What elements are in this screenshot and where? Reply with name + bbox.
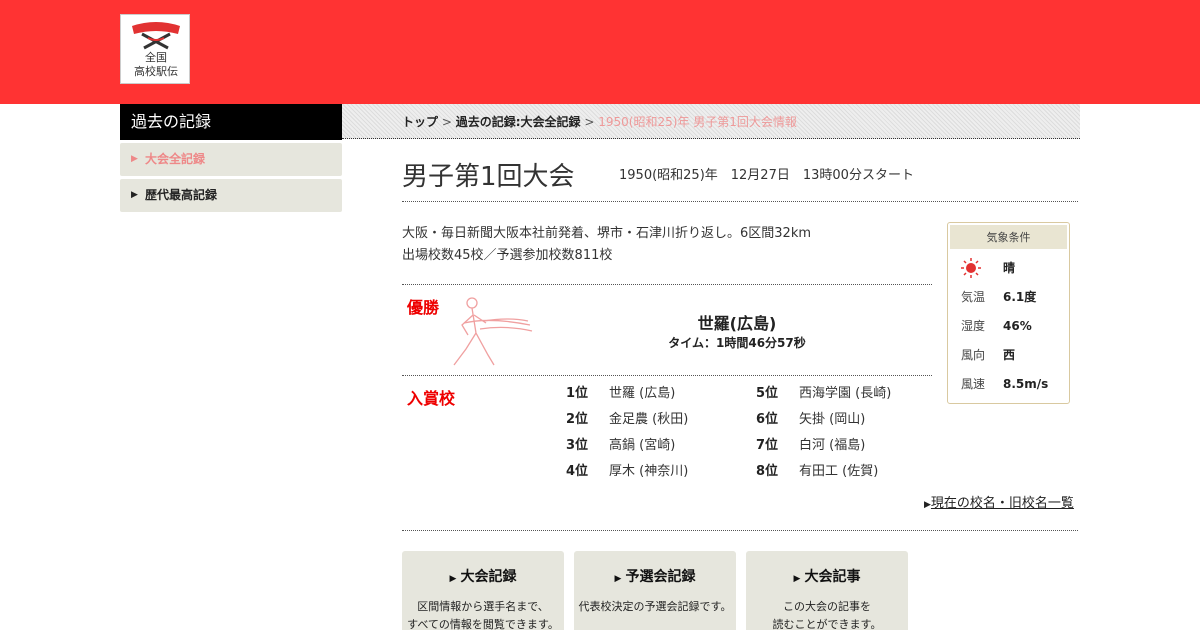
card-title-label: 予選会記録: [625, 569, 696, 585]
race-articles-card[interactable]: ▶ 大会記事 この大会の記事を 読むことができます。: [746, 551, 908, 630]
winner-label: 優勝: [407, 298, 440, 317]
description-line: 出場校数45校／予選参加校数811校: [402, 248, 613, 263]
card-description: 区間情報から選手名まで、 すべての情報を閲覧できます。: [402, 598, 564, 630]
weather-row-humidity: 湿度 46%: [961, 316, 1061, 336]
divider: [402, 201, 1078, 202]
prize-rank: 1位: [566, 386, 589, 401]
winner-time: タイム：1時間46分57秒: [668, 336, 806, 350]
prize-rank: 7位: [756, 438, 779, 453]
qualifier-record-card[interactable]: ▶ 予選会記録 代表校決定の予選会記録です。: [574, 551, 736, 630]
triangle-right-icon: ▶: [131, 190, 138, 200]
sidebar-item-label: 歴代最高記録: [145, 188, 218, 202]
prize-school: 高鍋 (宮崎): [609, 438, 676, 453]
triangle-right-icon: ▶: [131, 154, 138, 164]
weather-value: 46%: [1003, 319, 1032, 333]
site-header: 全国 高校駅伝: [0, 0, 1200, 104]
breadcrumb-separator: >: [441, 115, 452, 129]
prize-label: 入賞校: [407, 389, 456, 408]
breadcrumb-records-link[interactable]: 過去の記録:大会全記録: [456, 115, 581, 129]
triangle-right-icon: ▶: [449, 574, 457, 584]
prize-school: 厚木 (神奈川): [609, 464, 689, 479]
card-title: ▶ 予選会記録: [574, 566, 736, 586]
card-description-line: 代表校決定の予選会記録です。: [578, 600, 732, 613]
breadcrumb-separator: >: [584, 115, 595, 129]
breadcrumb-top-link[interactable]: トップ: [402, 115, 438, 129]
prize-rank: 4位: [566, 464, 589, 479]
page-title: 男子第1回大会: [402, 162, 575, 192]
sidebar-item-label: 大会全記録: [145, 152, 206, 166]
breadcrumb-current: 1950(昭和25)年 男子第1回大会情報: [598, 115, 797, 129]
prize-row: 4位 厚木 (神奈川): [566, 459, 746, 485]
weather-key: 風向: [961, 348, 986, 362]
logo-text: 全国 高校駅伝: [121, 51, 191, 79]
card-title-label: 大会記録: [460, 569, 517, 585]
weather-condition-value: 晴: [1003, 261, 1016, 275]
weather-key: 湿度: [961, 319, 986, 333]
card-description-line: 区間情報から選手名まで、: [417, 600, 549, 613]
prize-school: 白河 (福島): [799, 438, 866, 453]
prize-row: 6位 矢掛 (岡山): [756, 407, 936, 433]
sidebar-item-all-records[interactable]: ▶ 大会全記録: [120, 143, 342, 176]
prize-rank: 2位: [566, 412, 589, 427]
sidebar-item-best-records[interactable]: ▶ 歴代最高記録: [120, 179, 342, 212]
prize-rank: 5位: [756, 386, 779, 401]
prize-school: 矢掛 (岡山): [799, 412, 866, 427]
card-title-label: 大会記事: [804, 569, 861, 585]
sidebar-title: 過去の記録: [120, 104, 342, 140]
card-title: ▶ 大会記事: [746, 566, 908, 586]
prize-school: 金足農 (秋田): [609, 412, 689, 427]
description-line: 大阪・毎日新聞大阪本社前発着、堺市・石津川折り返し。6区間32km: [402, 226, 812, 241]
sun-icon: [961, 258, 981, 284]
winner-school: 世羅(広島): [697, 314, 777, 333]
divider: [402, 375, 932, 376]
weather-key: 気温: [961, 290, 986, 304]
card-description-line: すべての情報を閲覧できます。: [407, 618, 559, 630]
logo-emblem-icon: [132, 22, 180, 50]
triangle-right-icon: ▶: [614, 574, 622, 584]
divider: [402, 284, 932, 285]
school-name-list-label: 現在の校名・旧校名一覧: [930, 496, 1074, 511]
prize-school: 有田工 (佐賀): [799, 464, 879, 479]
weather-value: 6.1度: [1003, 290, 1037, 304]
race-date: 1950(昭和25)年 12月27日 13時00分スタート: [619, 168, 914, 183]
weather-row-wind-direction: 風向 西: [961, 345, 1061, 365]
school-name-list-link[interactable]: ▶現在の校名・旧校名一覧: [924, 492, 1074, 511]
runner-illustration-icon: [453, 297, 533, 366]
race-record-card[interactable]: ▶ 大会記録 区間情報から選手名まで、 すべての情報を閲覧できます。: [402, 551, 564, 630]
site-logo[interactable]: 全国 高校駅伝: [120, 14, 190, 84]
weather-value: 8.5m/s: [1003, 377, 1049, 391]
divider: [402, 530, 1078, 531]
breadcrumb: トップ > 過去の記録:大会全記録 > 1950(昭和25)年 男子第1回大会情…: [342, 104, 1080, 139]
prize-rank: 3位: [566, 438, 589, 453]
weather-key: 風速: [961, 377, 986, 391]
logo-line-1: 全国: [145, 51, 167, 64]
prize-school: 西海学園 (長崎): [799, 386, 892, 401]
weather-value: 西: [1003, 348, 1016, 362]
prize-row: 1位 世羅 (広島): [566, 381, 746, 407]
prize-row: 3位 高鍋 (宮崎): [566, 433, 746, 459]
prize-school: 世羅 (広島): [609, 386, 676, 401]
weather-row-temperature: 気温 6.1度: [961, 287, 1061, 307]
weather-row-condition: 晴: [961, 258, 1061, 278]
prize-row: 8位 有田工 (佐賀): [756, 459, 936, 485]
card-title: ▶ 大会記録: [402, 566, 564, 586]
prize-rank: 8位: [756, 464, 779, 479]
prize-row: 5位 西海学園 (長崎): [756, 381, 936, 407]
weather-title: 気象条件: [950, 225, 1067, 249]
prize-rank: 6位: [756, 412, 779, 427]
card-description: この大会の記事を 読むことができます。: [746, 598, 908, 630]
logo-line-2: 高校駅伝: [134, 65, 178, 78]
race-description: 大阪・毎日新聞大阪本社前発着、堺市・石津川折り返し。6区間32km 出場校数45…: [402, 223, 811, 267]
card-description: 代表校決定の予選会記録です。: [574, 598, 736, 616]
card-description-line: 読むことができます。: [772, 618, 882, 630]
weather-row-wind-speed: 風速 8.5m/s: [961, 374, 1061, 394]
triangle-right-icon: ▶: [793, 574, 801, 584]
card-description-line: この大会の記事を: [783, 600, 871, 613]
triangle-right-icon: ▶: [924, 500, 931, 510]
prize-row: 7位 白河 (福島): [756, 433, 936, 459]
weather-panel: 気象条件 晴 気温 6.1度 湿度 46% 風向 西 風速 8.5m/s: [947, 222, 1070, 404]
prize-row: 2位 金足農 (秋田): [566, 407, 746, 433]
